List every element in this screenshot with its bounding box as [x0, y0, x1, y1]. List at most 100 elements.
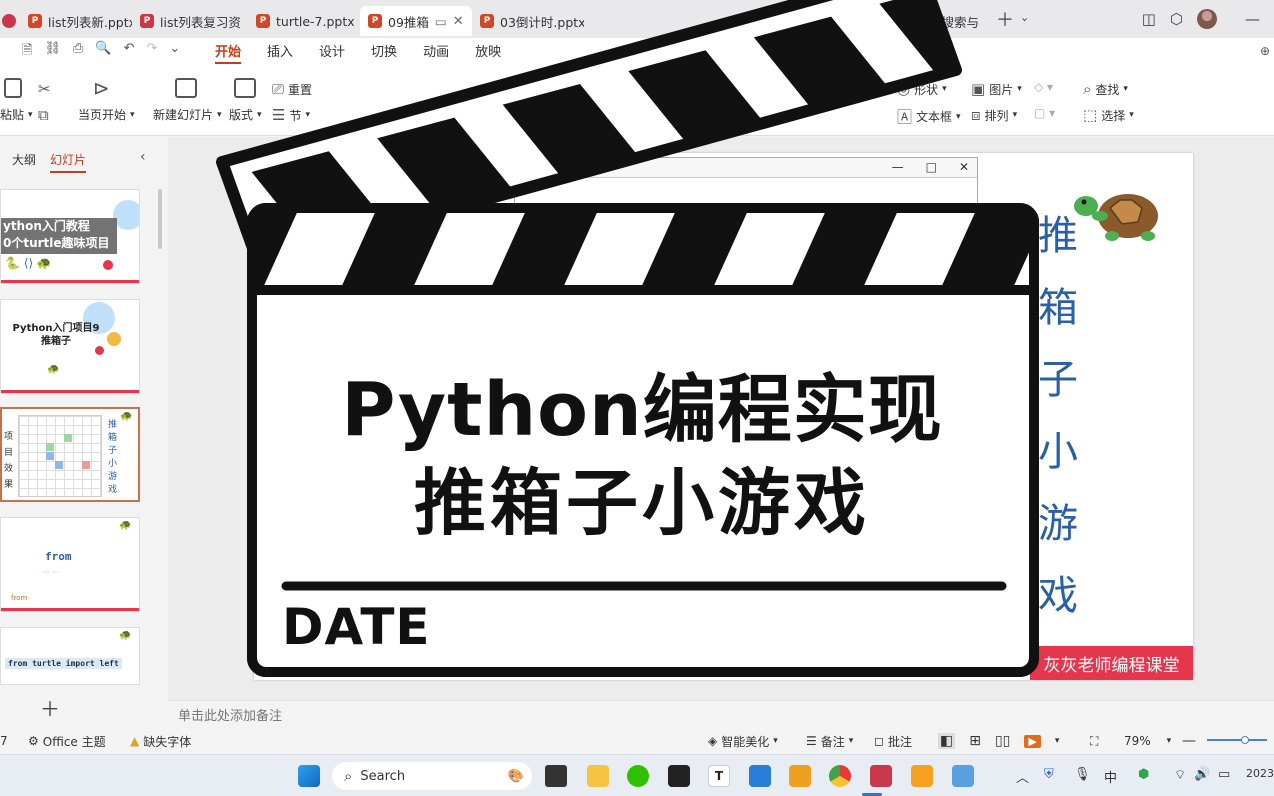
zoom-slider-handle[interactable]	[1241, 736, 1249, 744]
beautify-button[interactable]: ◈ 智能美化 ▾	[708, 733, 778, 750]
textbox-button[interactable]: 🄰 文本框 ▾	[897, 106, 961, 127]
chevron-down-icon[interactable]: ▾	[1055, 736, 1060, 746]
wechat-icon[interactable]	[627, 765, 649, 787]
wifi-icon[interactable]: ⌔	[1174, 767, 1186, 783]
picture-button[interactable]: ▣ 图片 ▾	[971, 80, 1022, 98]
layout-icon[interactable]	[234, 78, 256, 98]
microphone-icon[interactable]: 🎙	[1074, 767, 1091, 782]
panel-scrollbar[interactable]	[158, 189, 162, 249]
fit-icon[interactable]: ⛶	[1090, 734, 1098, 749]
clock[interactable]: 2023/	[1246, 767, 1274, 780]
game-window[interactable]: ✒ 推箱子 — □ ✕	[514, 157, 978, 207]
more-icon[interactable]: ⊕	[1260, 44, 1270, 58]
typora-icon[interactable]: T	[708, 765, 730, 787]
file-explorer-icon[interactable]	[587, 765, 609, 787]
terminal-icon[interactable]	[668, 765, 690, 787]
app-icon[interactable]	[911, 765, 933, 787]
indent-icons[interactable]: ⇤ ⇥ ⊞ ⇅ ▾ ⊟	[704, 80, 802, 94]
notes-toggle[interactable]: ☰ 备注 ▾	[806, 733, 853, 750]
tab-home[interactable]	[0, 6, 20, 36]
slide-thumbnail-4[interactable]: 🐢 from ⋯ ⋯ from	[0, 517, 140, 612]
minimize-icon[interactable]: —	[1245, 10, 1260, 28]
taskbar-search[interactable]: ⌕ Search 🎨	[332, 762, 532, 790]
missing-font-button[interactable]: ▲ 缺失字体	[130, 733, 191, 750]
paste-button[interactable]: 粘贴 ▾	[0, 106, 33, 123]
wps-icon[interactable]	[870, 765, 892, 787]
link-icon[interactable]: ⛓	[44, 41, 61, 63]
chrome-icon[interactable]	[829, 765, 851, 787]
tab-5[interactable]: 秋季每月	[816, 6, 856, 36]
fill-icon[interactable]: ◇ ▾	[1034, 80, 1053, 94]
section-button[interactable]: ☰ 节 ▾	[272, 106, 310, 124]
new-slide-button[interactable]: 新建幻灯片 ▾	[153, 106, 222, 123]
menu-slideshow[interactable]: 放映	[475, 41, 501, 64]
battery-icon[interactable]: ▭	[1218, 767, 1230, 782]
new-tab-button[interactable]: ＋ ⌄	[996, 6, 1029, 32]
normal-view-icon[interactable]: ◧	[938, 733, 956, 749]
print-icon[interactable]: ⎙	[73, 41, 83, 63]
task-view-icon[interactable]	[545, 765, 567, 787]
arrange-button[interactable]: ⧈ 排列 ▾	[971, 106, 1017, 124]
clipboard-icon[interactable]	[4, 78, 22, 98]
redo-icon[interactable]: ↷	[146, 41, 157, 63]
close-icon[interactable]: ✕	[453, 14, 464, 29]
menu-animation[interactable]: 动画	[423, 41, 449, 64]
app-tray-icon[interactable]: ⬢	[1138, 767, 1149, 782]
slide-thumbnail-2[interactable]: Python入门项目9 推箱子 🐢	[0, 299, 140, 394]
slide-thumbnail-5[interactable]: 🐢 from turtle import left	[0, 627, 140, 685]
play-slideshow-button[interactable]: ▶	[1024, 734, 1041, 748]
play-icon[interactable]: ⊳	[93, 76, 110, 100]
add-slide-button[interactable]: ＋	[40, 693, 60, 722]
shape-button[interactable]: ◎ 形状 ▾	[897, 80, 947, 98]
play-from-current-button[interactable]: 当页开始 ▾	[78, 106, 135, 123]
speaker-icon[interactable]: 🔊	[1194, 767, 1210, 782]
grid-view-icon[interactable]: ⊞	[969, 733, 981, 749]
collapse-icon[interactable]: ‹	[140, 149, 146, 165]
menu-home[interactable]: 开始	[215, 41, 242, 64]
reset-button[interactable]: ⎚ 重置	[272, 80, 312, 98]
notes-pane[interactable]: 单击此处添加备注	[168, 700, 1274, 728]
select-button[interactable]: ⬚ 选择 ▾	[1083, 106, 1134, 124]
menu-insert[interactable]: 插入	[267, 41, 293, 64]
tab-slides[interactable]: 幻灯片	[50, 151, 87, 173]
tab-3-active[interactable]: P 09推箱 ▭ ✕	[360, 6, 472, 36]
comments-button[interactable]: ◻ 批注	[874, 733, 912, 750]
python-idle-icon[interactable]	[952, 765, 974, 787]
zoom-slider[interactable]	[1207, 736, 1267, 744]
shield-icon[interactable]: ⛨	[1044, 767, 1054, 782]
zoom-level[interactable]: 79% ▾	[1124, 734, 1171, 748]
undo-icon[interactable]: ↶	[124, 41, 135, 63]
minimize-icon[interactable]: —	[892, 160, 904, 174]
windows-start-icon[interactable]	[298, 765, 320, 787]
cut-icon[interactable]: ✂	[38, 80, 51, 98]
theme-button[interactable]: ⚙ Office 主题	[28, 733, 106, 750]
chevron-down-icon[interactable]: ⌄	[169, 41, 180, 63]
find-button[interactable]: ⌕ 查找 ▾	[1083, 80, 1128, 98]
reading-view-icon[interactable]: ▯▯	[995, 733, 1010, 749]
layout-button[interactable]: 版式 ▾	[229, 106, 262, 123]
tab-outline[interactable]: 大纲	[12, 151, 36, 173]
outline-icon[interactable]: ▢ ▾	[1034, 106, 1055, 120]
preview-icon[interactable]: 🔍	[95, 41, 111, 63]
menu-design[interactable]: 设计	[319, 41, 345, 64]
layout-icon[interactable]: ◫	[1142, 10, 1156, 28]
tab-2[interactable]: P turtle-7.pptx	[248, 6, 360, 36]
new-slide-icon[interactable]	[175, 78, 197, 98]
vscode-icon[interactable]	[749, 765, 771, 787]
tab-1[interactable]: P list列表复习资	[132, 6, 248, 36]
slide-thumbnail-1[interactable]: ython入门教程 0个turtle趣味项目 🐍 ⟨⟩ 🐢	[0, 189, 140, 284]
tab-0[interactable]: P list列表新.pptx	[20, 6, 132, 36]
menu-transition[interactable]: 切换	[371, 41, 397, 64]
align-icons[interactable]: ≡ ≡ ≡ ≡ ⦀ ↕ ▾ ⇳ ▾ ⊜ ▾	[626, 106, 758, 121]
tab-6[interactable]: P 第五章 搜索与	[872, 6, 984, 36]
save-icon[interactable]: 🗎	[22, 41, 32, 63]
cube-icon[interactable]: ⬡	[1170, 10, 1183, 28]
zoom-out-icon[interactable]: —	[1182, 733, 1196, 749]
tab-4[interactable]: P 03倒计时.pptx	[472, 6, 584, 36]
copy-icon[interactable]: ⧉	[38, 106, 49, 124]
sublime-icon[interactable]	[789, 765, 811, 787]
input-method-icon[interactable]: 中	[1104, 767, 1117, 786]
close-icon[interactable]: ✕	[959, 160, 969, 174]
slide-thumbnail-3[interactable]: 项目效果 推箱子小游戏 🐢	[0, 407, 140, 502]
maximize-icon[interactable]: □	[926, 160, 937, 174]
